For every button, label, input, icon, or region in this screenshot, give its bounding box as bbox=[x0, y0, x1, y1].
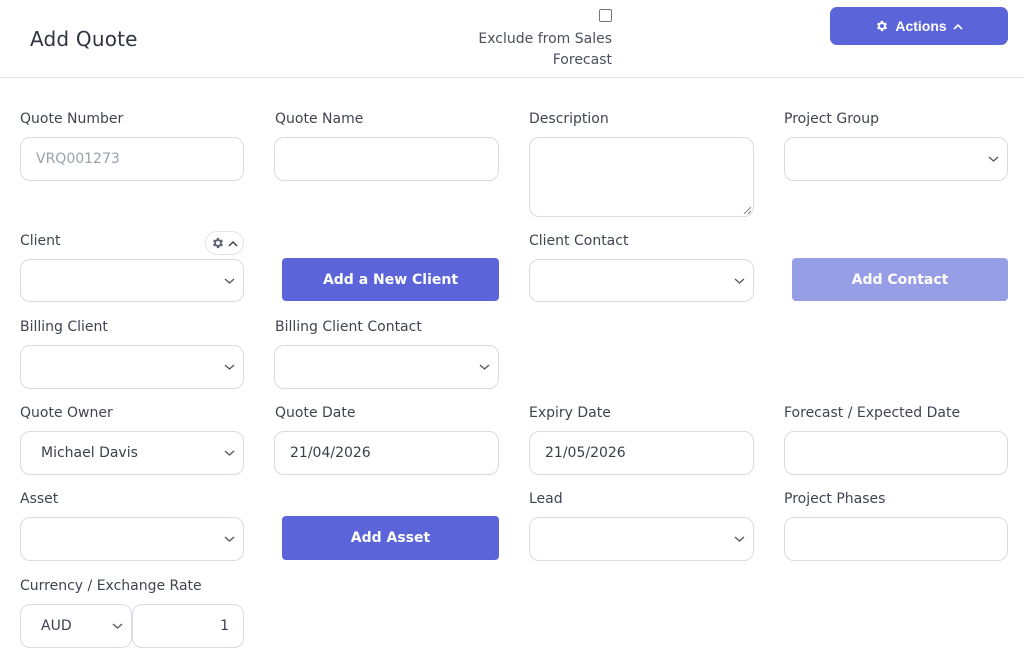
billing-client-label: Billing Client bbox=[20, 319, 108, 335]
lead-label: Lead bbox=[529, 491, 563, 507]
description-label: Description bbox=[529, 111, 609, 127]
billing-client-contact-label: Billing Client Contact bbox=[275, 319, 422, 335]
quote-number-input[interactable]: VRQ001273 bbox=[20, 137, 244, 181]
forecast-date-input[interactable] bbox=[784, 431, 1008, 475]
chevron-down-icon bbox=[224, 450, 235, 456]
chevron-down-icon bbox=[988, 156, 999, 162]
quote-name-label: Quote Name bbox=[275, 111, 364, 127]
gear-icon bbox=[212, 237, 224, 249]
quote-number-label: Quote Number bbox=[20, 111, 124, 127]
exclude-forecast-label: Exclude from Sales Forecast bbox=[478, 31, 612, 68]
gear-icon bbox=[877, 20, 888, 32]
exclude-forecast-option[interactable]: Exclude from Sales Forecast bbox=[470, 8, 612, 71]
chevron-down-icon bbox=[224, 536, 235, 542]
currency-select[interactable]: AUD bbox=[20, 604, 132, 648]
forecast-date-label: Forecast / Expected Date bbox=[784, 405, 961, 421]
client-select[interactable] bbox=[20, 259, 244, 302]
exclude-forecast-checkbox[interactable] bbox=[599, 9, 612, 22]
asset-label: Asset bbox=[20, 491, 59, 507]
page-header: Add Quote Exclude from Sales Forecast Ac… bbox=[0, 0, 1024, 78]
billing-client-contact-select[interactable] bbox=[274, 345, 499, 389]
chevron-down-icon bbox=[479, 364, 490, 370]
chevron-down-icon bbox=[112, 623, 123, 629]
client-contact-select[interactable] bbox=[529, 259, 754, 302]
project-group-select[interactable] bbox=[784, 137, 1008, 181]
chevron-up-icon bbox=[953, 23, 963, 30]
add-new-client-button[interactable]: Add a New Client bbox=[282, 258, 499, 301]
actions-label: Actions bbox=[895, 18, 947, 34]
chevron-down-icon bbox=[224, 278, 235, 284]
lead-select[interactable] bbox=[529, 517, 754, 561]
quote-owner-label: Quote Owner bbox=[20, 405, 113, 421]
chevron-down-icon bbox=[224, 364, 235, 370]
expiry-date-input[interactable]: 21/05/2026 bbox=[529, 431, 754, 475]
project-group-label: Project Group bbox=[784, 111, 879, 127]
exchange-rate-input[interactable]: 1 bbox=[132, 604, 244, 648]
chevron-up-icon bbox=[228, 240, 238, 247]
asset-select[interactable] bbox=[20, 517, 244, 561]
quote-date-input[interactable]: 21/04/2026 bbox=[274, 431, 499, 475]
quote-owner-value: Michael Davis bbox=[41, 445, 138, 461]
add-contact-button[interactable]: Add Contact bbox=[792, 258, 1008, 301]
quote-owner-select[interactable]: Michael Davis bbox=[20, 431, 244, 475]
actions-button[interactable]: Actions bbox=[830, 7, 1008, 45]
client-label: Client bbox=[20, 233, 61, 249]
quote-name-input[interactable] bbox=[274, 137, 499, 181]
description-textarea[interactable] bbox=[529, 137, 754, 217]
client-settings-toggle[interactable] bbox=[205, 231, 244, 255]
chevron-down-icon bbox=[734, 536, 745, 542]
currency-label: Currency / Exchange Rate bbox=[20, 578, 202, 594]
page-title: Add Quote bbox=[30, 27, 138, 51]
project-phases-label: Project Phases bbox=[784, 491, 886, 507]
client-contact-label: Client Contact bbox=[529, 233, 629, 249]
project-phases-input[interactable] bbox=[784, 517, 1008, 561]
resize-handle-icon[interactable] bbox=[743, 206, 751, 214]
add-asset-button[interactable]: Add Asset bbox=[282, 516, 499, 560]
chevron-down-icon bbox=[734, 278, 745, 284]
quote-date-label: Quote Date bbox=[275, 405, 356, 421]
currency-value: AUD bbox=[41, 618, 72, 634]
expiry-date-label: Expiry Date bbox=[529, 405, 611, 421]
billing-client-select[interactable] bbox=[20, 345, 244, 389]
